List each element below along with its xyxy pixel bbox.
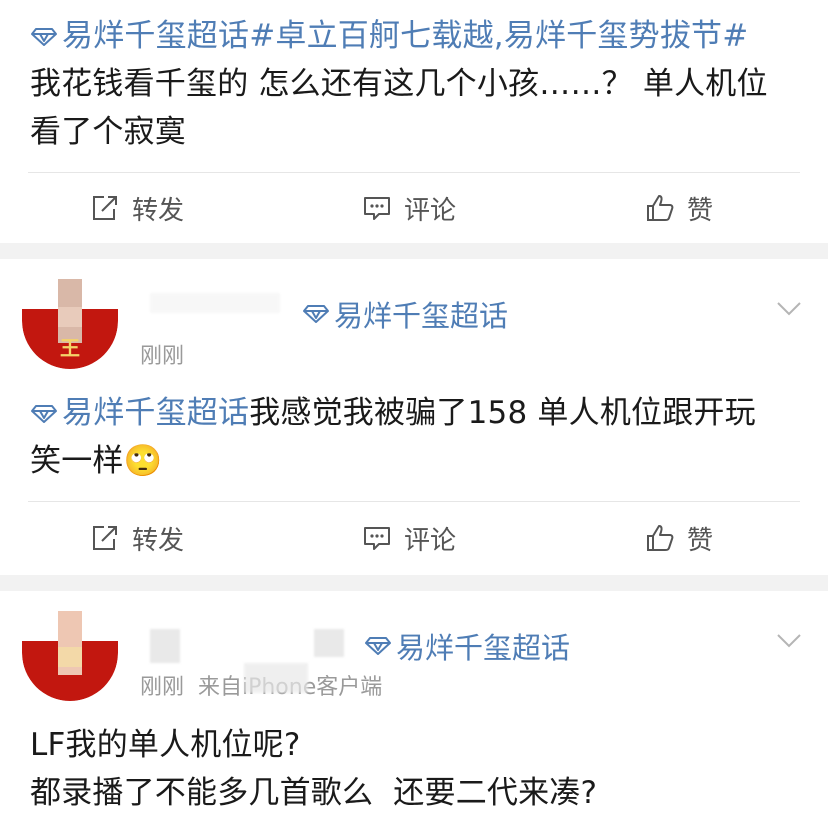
username-redacted <box>150 629 180 663</box>
supertopic-link[interactable]: 易烊千玺超话#卓立百舸七载越,易烊千玺势拔节# <box>30 18 748 54</box>
like-button[interactable]: 赞 <box>645 178 713 238</box>
post-text-line: 看了个寂寞 <box>30 114 186 150</box>
post-body: 易烊千玺超话#卓立百舸七载越,易烊千玺势拔节# 我花钱看千玺的 怎么还有这几个小… <box>30 12 798 156</box>
username-redacted <box>314 629 344 657</box>
avatar[interactable]: 王 <box>22 279 118 369</box>
like-button[interactable]: 赞 <box>645 508 713 568</box>
repost-label: 转发 <box>132 525 185 556</box>
like-label: 赞 <box>687 525 714 556</box>
topic-tag-text: 易烊千玺超话 <box>62 395 250 431</box>
supertopic-header[interactable]: 易烊千玺超话 <box>302 293 508 335</box>
supertopic-link[interactable]: 易烊千玺超话 <box>30 395 249 431</box>
diamond-icon <box>31 405 57 423</box>
post-body: 易烊千玺超话我感觉我被骗了158 单人机位跟开玩 笑一样🙄 <box>30 389 798 485</box>
source-redacted <box>244 663 308 693</box>
comment-button[interactable]: 评论 <box>362 508 456 568</box>
supertopic-header[interactable]: 易烊千玺超话 <box>364 625 570 667</box>
card-separator <box>0 243 828 259</box>
comment-button[interactable]: 评论 <box>362 178 456 238</box>
repost-icon <box>93 526 117 550</box>
chevron-down-icon[interactable] <box>776 301 802 317</box>
supertopic-name: 易烊千玺超话 <box>396 631 571 665</box>
action-bar: 转发 评论 赞 <box>0 178 828 238</box>
comment-label: 评论 <box>404 195 457 226</box>
thumbs-up-icon <box>647 195 674 221</box>
like-label: 赞 <box>687 195 714 226</box>
post-card-3: 易烊千玺超话 刚刚 来自iPhone客户端 LF我的单人机位呢? 都录播了不能多… <box>0 591 828 813</box>
divider <box>28 172 800 173</box>
thumbs-up-icon <box>647 525 674 551</box>
divider <box>28 501 800 502</box>
diamond-icon <box>303 305 329 323</box>
post-line: 易烊千玺超话我感觉我被骗了158 单人机位跟开玩 <box>30 389 798 437</box>
username-redacted <box>150 293 280 313</box>
repost-button[interactable]: 转发 <box>90 508 184 568</box>
post-text-line: 笑一样🙄 <box>30 443 163 479</box>
post-text: 我感觉我被骗了158 单人机位跟开玩 <box>249 395 756 431</box>
repost-icon <box>93 196 117 220</box>
topic-tag-text: 易烊千玺超话#卓立百舸七载越,易烊千玺势拔节# <box>62 18 749 54</box>
comment-icon <box>364 197 390 220</box>
post-line: 易烊千玺超话#卓立百舸七载越,易烊千玺势拔节# <box>30 12 798 60</box>
post-time: 刚刚 <box>140 344 185 369</box>
post-text-line: 我花钱看千玺的 怎么还有这几个小孩……？ 单人机位 <box>30 66 768 102</box>
repost-label: 转发 <box>132 195 185 226</box>
action-bar: 转发 评论 赞 <box>0 508 828 568</box>
repost-button[interactable]: 转发 <box>90 178 184 238</box>
post-card-1: 易烊千玺超话#卓立百舸七载越,易烊千玺势拔节# 我花钱看千玺的 怎么还有这几个小… <box>0 0 828 243</box>
post-card-2: 王 易烊千玺超话 刚刚 易烊千玺超话我感觉我被骗了158 单人机位跟开玩 笑一样… <box>0 259 828 575</box>
comment-icon <box>364 527 390 550</box>
chevron-down-icon[interactable] <box>776 633 802 649</box>
comment-label: 评论 <box>404 525 457 556</box>
post-text-line: 都录播了不能多几首歌么 还要二代来凑? <box>30 775 598 811</box>
diamond-icon <box>31 28 57 46</box>
post-body: LF我的单人机位呢? 都录播了不能多几首歌么 还要二代来凑? <box>30 721 798 817</box>
avatar[interactable] <box>22 611 118 701</box>
diamond-icon <box>365 637 391 655</box>
card-separator <box>0 575 828 591</box>
supertopic-name: 易烊千玺超话 <box>334 299 509 333</box>
post-text-line: LF我的单人机位呢? <box>30 727 301 763</box>
